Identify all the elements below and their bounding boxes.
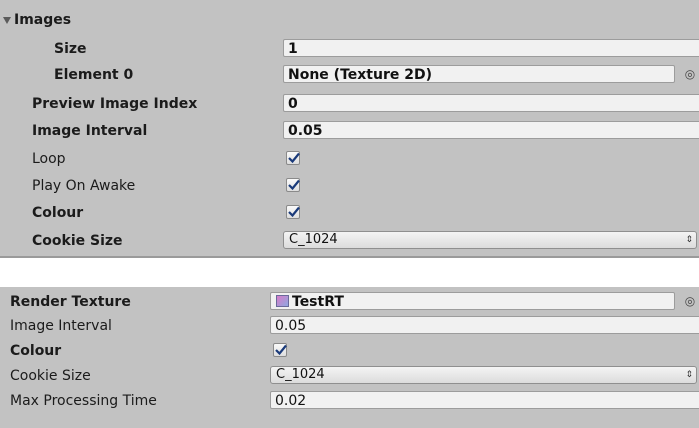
play-on-awake-checkbox[interactable] — [286, 178, 300, 192]
preview-index-label: Preview Image Index — [32, 96, 198, 112]
render-texture-row: Render Texture TestRT ◎ — [0, 290, 699, 314]
dropdown-arrows-icon: ⇕ — [685, 370, 693, 380]
max-processing-label: Max Processing Time — [10, 393, 157, 409]
render-image-interval-row: Image Interval 0.05 — [0, 314, 699, 338]
render-texture-icon — [276, 295, 289, 307]
image-interval-label: Image Interval — [32, 123, 148, 139]
render-texture-object-field[interactable]: TestRT — [270, 292, 675, 310]
play-on-awake-label: Play On Awake — [32, 178, 136, 194]
object-picker-icon[interactable]: ◎ — [683, 294, 697, 308]
render-cookie-size-label: Cookie Size — [10, 368, 91, 384]
checkmark-icon — [288, 152, 300, 164]
colour-label: Colour — [32, 205, 84, 221]
dropdown-arrows-icon: ⇕ — [685, 235, 693, 245]
image-interval-input[interactable]: 0.05 — [283, 121, 699, 139]
max-processing-input[interactable]: 0.02 — [270, 391, 699, 409]
render-colour-checkbox[interactable] — [273, 343, 287, 357]
checkmark-icon — [288, 206, 300, 218]
loop-checkbox[interactable] — [286, 151, 300, 165]
colour-checkbox[interactable] — [286, 205, 300, 219]
images-foldout-label[interactable]: Images — [14, 8, 71, 32]
size-label: Size — [54, 41, 87, 57]
cookie-size-row: Cookie Size C_1024 ⇕ — [0, 229, 699, 253]
colour-row: Colour — [0, 201, 699, 225]
preview-index-input[interactable]: 0 — [283, 94, 699, 112]
preview-index-row: Preview Image Index 0 — [0, 92, 699, 116]
render-texture-label: Render Texture — [10, 294, 131, 310]
element0-label: Element 0 — [54, 67, 134, 83]
element0-row: Element 0 None (Texture 2D) ◎ — [0, 63, 699, 87]
element0-object-field[interactable]: None (Texture 2D) — [283, 65, 675, 83]
image-interval-row: Image Interval 0.05 — [0, 119, 699, 143]
render-colour-row: Colour — [0, 339, 699, 363]
images-inspector-panel: Images Size 1 Element 0 None (Texture 2D… — [0, 0, 699, 258]
render-texture-value: TestRT — [292, 294, 344, 310]
cookie-size-label: Cookie Size — [32, 233, 123, 249]
object-picker-icon[interactable]: ◎ — [683, 67, 697, 81]
cookie-size-value: C_1024 — [289, 232, 338, 247]
size-row: Size 1 — [0, 37, 699, 61]
checkmark-icon — [288, 179, 300, 191]
render-image-interval-label: Image Interval — [10, 318, 112, 334]
cookie-size-dropdown[interactable]: C_1024 ⇕ — [283, 231, 697, 249]
render-image-interval-input[interactable]: 0.05 — [270, 316, 699, 334]
render-cookie-size-dropdown[interactable]: C_1024 ⇕ — [270, 366, 697, 384]
max-processing-row: Max Processing Time 0.02 — [0, 389, 699, 413]
images-foldout-row[interactable]: Images — [0, 10, 699, 34]
size-input[interactable]: 1 — [283, 39, 699, 57]
render-inspector-panel: Render Texture TestRT ◎ Image Interval 0… — [0, 287, 699, 428]
play-on-awake-row: Play On Awake — [0, 174, 699, 198]
render-cookie-size-row: Cookie Size C_1024 ⇕ — [0, 364, 699, 388]
render-colour-label: Colour — [10, 343, 62, 359]
foldout-arrow-icon[interactable] — [3, 17, 11, 24]
loop-label: Loop — [32, 151, 66, 167]
checkmark-icon — [275, 344, 287, 356]
section-gap — [0, 258, 699, 287]
render-cookie-size-value: C_1024 — [276, 367, 325, 382]
loop-row: Loop — [0, 147, 699, 171]
